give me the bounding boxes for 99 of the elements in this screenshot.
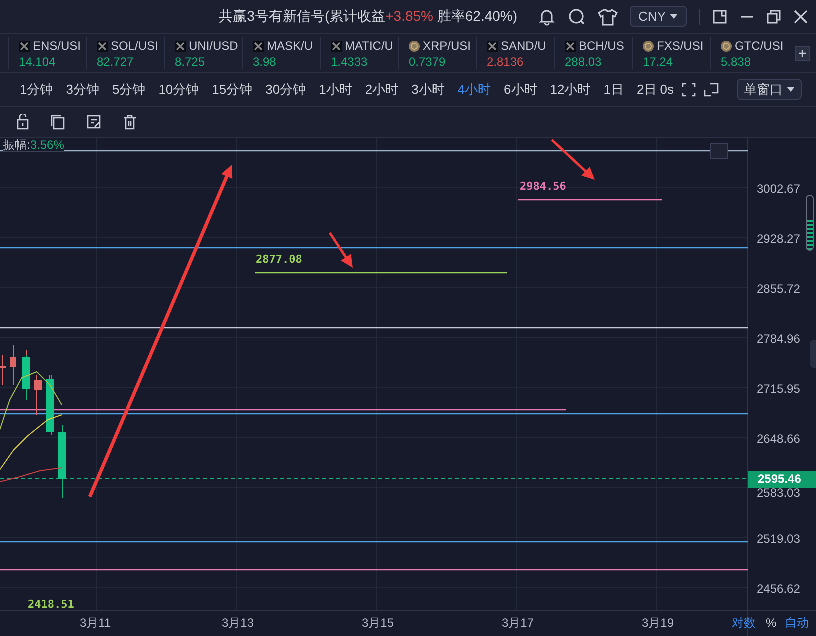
price-axis-label: 2715.95 (757, 381, 800, 398)
horizontal-level-line[interactable] (0, 327, 748, 329)
currency-dropdown[interactable]: CNY (630, 6, 687, 27)
ticker-symbol[interactable]: UNI/USD (189, 37, 238, 55)
fullscreen-icon[interactable] (682, 82, 696, 96)
amplitude-text: 振幅:3.56% (3, 139, 64, 151)
add-icon[interactable] (795, 46, 810, 61)
ray-level-line[interactable] (518, 199, 662, 201)
token-icon (331, 40, 342, 52)
date-axis-label: 3月11 (80, 615, 112, 632)
shirt-icon[interactable] (598, 8, 618, 26)
arrow (328, 232, 353, 268)
add-window-icon[interactable] (704, 82, 719, 96)
scroll-handle[interactable] (806, 195, 814, 251)
scale-toggle-button[interactable] (710, 143, 728, 159)
ticker-price: 8.725 (175, 55, 206, 69)
price-axis-label: 2928.27 (757, 231, 800, 248)
ticker-price: 0.7379 (409, 55, 447, 69)
countdown-text: 0s (660, 80, 674, 99)
date-axis-label: 3月15 (362, 615, 394, 632)
date-axis-label: 3月19 (642, 615, 674, 632)
horizontal-level-line[interactable] (0, 150, 748, 152)
price-axis-label: 2583.03 (757, 485, 800, 502)
coin-icon (409, 40, 420, 52)
ticker-symbol[interactable]: ENS/USI (33, 37, 82, 55)
timeframe-tab[interactable]: 4小时 (458, 80, 492, 100)
ticker-price: 5.838 (721, 55, 752, 69)
caret-icon (670, 14, 678, 19)
price-level-label: 2418.51 (28, 597, 74, 613)
token-icon (487, 40, 498, 52)
price-axis-label: 2648.66 (757, 431, 800, 448)
timeframe-tab[interactable]: 2小时 (365, 80, 399, 100)
ticker-symbol[interactable]: XRP/USI (423, 37, 472, 55)
price-axis-label: 2855.72 (757, 281, 800, 298)
ticker-price: 17.24 (643, 55, 674, 69)
horizontal-level-line[interactable] (0, 541, 748, 543)
timeframe-tab[interactable]: 12小时 (550, 80, 591, 100)
timeframe-tab[interactable]: 10分钟 (158, 80, 200, 100)
copy-icon[interactable] (50, 114, 66, 130)
price-axis-label: 3002.67 (757, 181, 800, 198)
ticker-symbol[interactable]: SAND/U (501, 37, 546, 55)
close-icon[interactable] (794, 10, 808, 24)
timeframe-tab[interactable]: 2日 (636, 80, 658, 100)
token-icon (253, 40, 264, 52)
coin-icon (643, 40, 654, 52)
timeframe-tab[interactable]: 3小时 (412, 80, 445, 100)
timeframe-tab[interactable]: 1分钟 (20, 80, 54, 100)
ticker-price: 1.4333 (331, 55, 369, 69)
horizontal-level-line[interactable] (0, 413, 748, 415)
panel-icon[interactable] (712, 8, 728, 24)
arrow (551, 139, 595, 180)
timeframe-tab[interactable]: 30分钟 (266, 80, 306, 100)
auto-scale-button[interactable]: 自动 (785, 614, 809, 632)
timeframe-tab[interactable]: 3分钟 (66, 80, 100, 100)
signal-notice: 共赢3号有新信号(累计收益+3.85% 胜率62.40%) (219, 7, 518, 26)
ticker-price: 2.8136 (487, 55, 525, 69)
horizontal-level-line[interactable] (0, 247, 748, 249)
date-axis-label: 3月13 (222, 615, 254, 632)
trash-icon[interactable] (122, 114, 138, 130)
price-axis-label: 2784.96 (757, 331, 800, 348)
caret-icon (787, 87, 795, 92)
price-axis-label: 2456.62 (757, 581, 800, 598)
ticker-symbol[interactable]: BCH/US (579, 37, 624, 55)
timeframe-tab[interactable]: 5分钟 (112, 80, 146, 100)
date-axis-label: 3月17 (502, 615, 534, 632)
log-scale-button[interactable]: 对数 (732, 614, 756, 632)
timeframe-tab[interactable]: 1日 (604, 80, 624, 100)
price-level-label: 2877.08 (256, 252, 302, 268)
ticker-symbol[interactable]: GTC/USI (735, 37, 784, 55)
ticker-symbol[interactable]: MATIC/U (345, 37, 394, 55)
token-icon (19, 40, 30, 52)
timeframe-tab[interactable]: 1小时 (319, 80, 352, 100)
restore-icon[interactable] (766, 8, 782, 24)
timeframe-tab[interactable]: 15分钟 (212, 80, 253, 100)
token-icon (175, 40, 186, 52)
window-mode-dropdown[interactable]: 单窗口 (737, 79, 802, 100)
token-icon (565, 40, 576, 52)
ticker-price: 82.727 (97, 55, 135, 69)
current-price-badge: 2595.46 (748, 471, 816, 488)
ticker-price: 14.104 (19, 55, 57, 69)
ticker-price: 288.03 (565, 55, 603, 69)
moving-average-line (0, 371, 62, 430)
bell-icon[interactable] (538, 8, 556, 26)
horizontal-level-line[interactable] (0, 409, 566, 411)
search-icon[interactable] (568, 8, 586, 26)
price-level-label: 2984.56 (520, 179, 566, 195)
timeframe-tab[interactable]: 6小时 (504, 80, 538, 100)
ticker-symbol[interactable]: MASK/U (267, 37, 314, 55)
token-icon (97, 40, 108, 52)
lock-icon[interactable] (16, 114, 30, 130)
horizontal-level-line[interactable] (0, 569, 748, 571)
percent-scale-button[interactable]: % (766, 614, 777, 632)
ticker-price: 3.98 (253, 55, 278, 69)
price-axis-label: 2519.03 (757, 531, 800, 548)
ray-level-line[interactable] (255, 272, 507, 274)
ticker-symbol[interactable]: SOL/USI (111, 37, 158, 55)
edit-icon[interactable] (86, 114, 102, 130)
coin-icon (721, 40, 732, 52)
ticker-symbol[interactable]: FXS/USI (657, 37, 704, 55)
